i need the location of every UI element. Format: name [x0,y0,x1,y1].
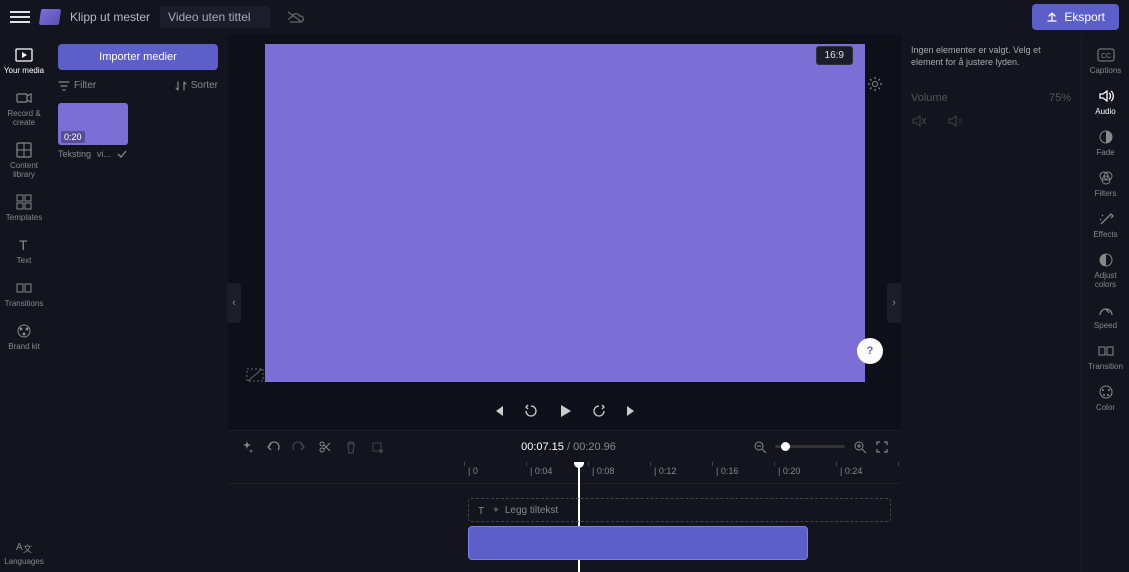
speed-icon [1097,301,1115,319]
library-icon [15,141,33,159]
nav-captions[interactable]: CC Captions [1084,40,1128,81]
video-clip-on-timeline[interactable] [468,526,808,560]
ruler-mark: | 0:24 [840,466,862,476]
zoom-in-button[interactable] [853,440,867,454]
nav-filters[interactable]: Filters [1084,163,1128,204]
zoom-slider[interactable] [775,445,845,448]
preview-canvas[interactable] [265,44,865,382]
nav-transition[interactable]: Transition [1084,336,1128,377]
import-media-button[interactable]: Importer medier [58,44,218,70]
skip-back-button[interactable] [491,404,505,418]
split-button[interactable] [318,440,332,454]
svg-text:A: A [16,542,23,553]
nav-content-library[interactable]: Content library [2,135,46,185]
aspect-ratio-selector[interactable]: 16:9 [816,46,853,65]
svg-text:CC: CC [1101,53,1111,60]
clip-extension: vi... [97,149,111,159]
sort-button[interactable]: Sorter [175,80,218,91]
nav-audio[interactable]: Audio [1084,81,1128,122]
filter-icon [58,81,70,91]
fade-icon [1097,128,1115,146]
export-button[interactable]: Eksport [1032,4,1119,30]
play-button[interactable] [557,403,573,419]
nav-templates[interactable]: Templates [2,187,46,228]
volume-label: Volume [911,92,948,104]
auto-enhance-button[interactable] [240,440,254,454]
nav-text[interactable]: T Text [2,230,46,271]
filters-icon [1097,169,1115,187]
text-icon: T [477,505,487,515]
plus-icon: + [493,505,499,516]
audio-icon [1097,87,1115,105]
app-name: Klipp ut mester [70,10,150,24]
collapse-right-panel-button[interactable]: › [887,283,901,323]
svg-text:T: T [19,238,28,252]
nav-adjust-colors[interactable]: Adjust colors [1084,245,1128,295]
ruler-mark: | 0:12 [654,466,676,476]
app-logo-icon [39,9,61,25]
captions-icon: CC [1097,46,1115,64]
adjust-icon [1097,251,1115,269]
clip-name: Teksting [58,149,91,159]
transitions-icon [15,279,33,297]
filter-button[interactable]: Filter [58,80,96,91]
ruler-mark: | 0:16 [716,466,738,476]
check-icon [117,150,127,158]
templates-icon [15,193,33,211]
properties-empty-message: Ingen elementer er valgt. Velg et elemen… [911,44,1071,68]
ruler-mark: | 0:20 [778,466,800,476]
timeline-ruler[interactable]: | 0| 0:04| 0:08| 0:12| 0:16| 0:20| 0:24|… [228,462,901,484]
help-button[interactable]: ? [857,338,883,364]
brand-icon [15,322,33,340]
nav-languages[interactable]: A文 Languages [2,531,46,572]
languages-icon: A文 [15,537,33,555]
sort-icon [175,81,187,91]
text-track-placeholder[interactable]: T + Legg tiltekst [468,498,891,522]
clip-duration: 0:20 [61,131,85,143]
nav-speed[interactable]: Speed [1084,295,1128,336]
ruler-mark: | 0:08 [592,466,614,476]
detach-audio-button[interactable] [947,114,963,128]
transition-icon [1097,342,1115,360]
upload-icon [1046,11,1058,23]
svg-text:T: T [478,506,484,515]
safe-zone-toggle[interactable] [246,368,264,382]
video-title-input[interactable] [160,6,270,28]
delete-button[interactable] [344,440,358,454]
nav-color[interactable]: Color [1084,377,1128,418]
ruler-mark: | 0:04 [530,466,552,476]
preview-settings-button[interactable] [867,76,883,92]
nav-brand-kit[interactable]: Brand kit [2,316,46,357]
redo-button[interactable] [292,440,306,454]
media-icon [15,46,33,64]
nav-record-create[interactable]: Record & create [2,83,46,133]
color-icon [1097,383,1115,401]
zoom-fit-button[interactable] [875,440,889,454]
undo-button[interactable] [266,440,280,454]
svg-text:文: 文 [23,543,32,553]
timeline-timecode: 00:07.15 / 00:20.96 [396,441,741,453]
zoom-out-button[interactable] [753,440,767,454]
rewind-button[interactable] [523,403,539,419]
skip-forward-button[interactable] [625,404,639,418]
text-icon: T [15,236,33,254]
forward-button[interactable] [591,403,607,419]
crop-button[interactable] [370,440,384,454]
ruler-mark: | 0 [468,466,478,476]
volume-value: 75% [1049,92,1071,104]
record-icon [15,89,33,107]
cloud-sync-off-icon[interactable] [286,10,304,24]
media-clip-thumbnail[interactable]: 0:20 [58,103,128,145]
nav-fade[interactable]: Fade [1084,122,1128,163]
nav-effects[interactable]: Effects [1084,204,1128,245]
menu-button[interactable] [10,7,30,27]
timeline[interactable]: | 0| 0:04| 0:08| 0:12| 0:16| 0:20| 0:24|… [228,462,901,572]
nav-your-media[interactable]: Your media [2,40,46,81]
nav-transitions[interactable]: Transitions [2,273,46,314]
mute-button[interactable] [911,114,927,128]
effects-icon [1097,210,1115,228]
